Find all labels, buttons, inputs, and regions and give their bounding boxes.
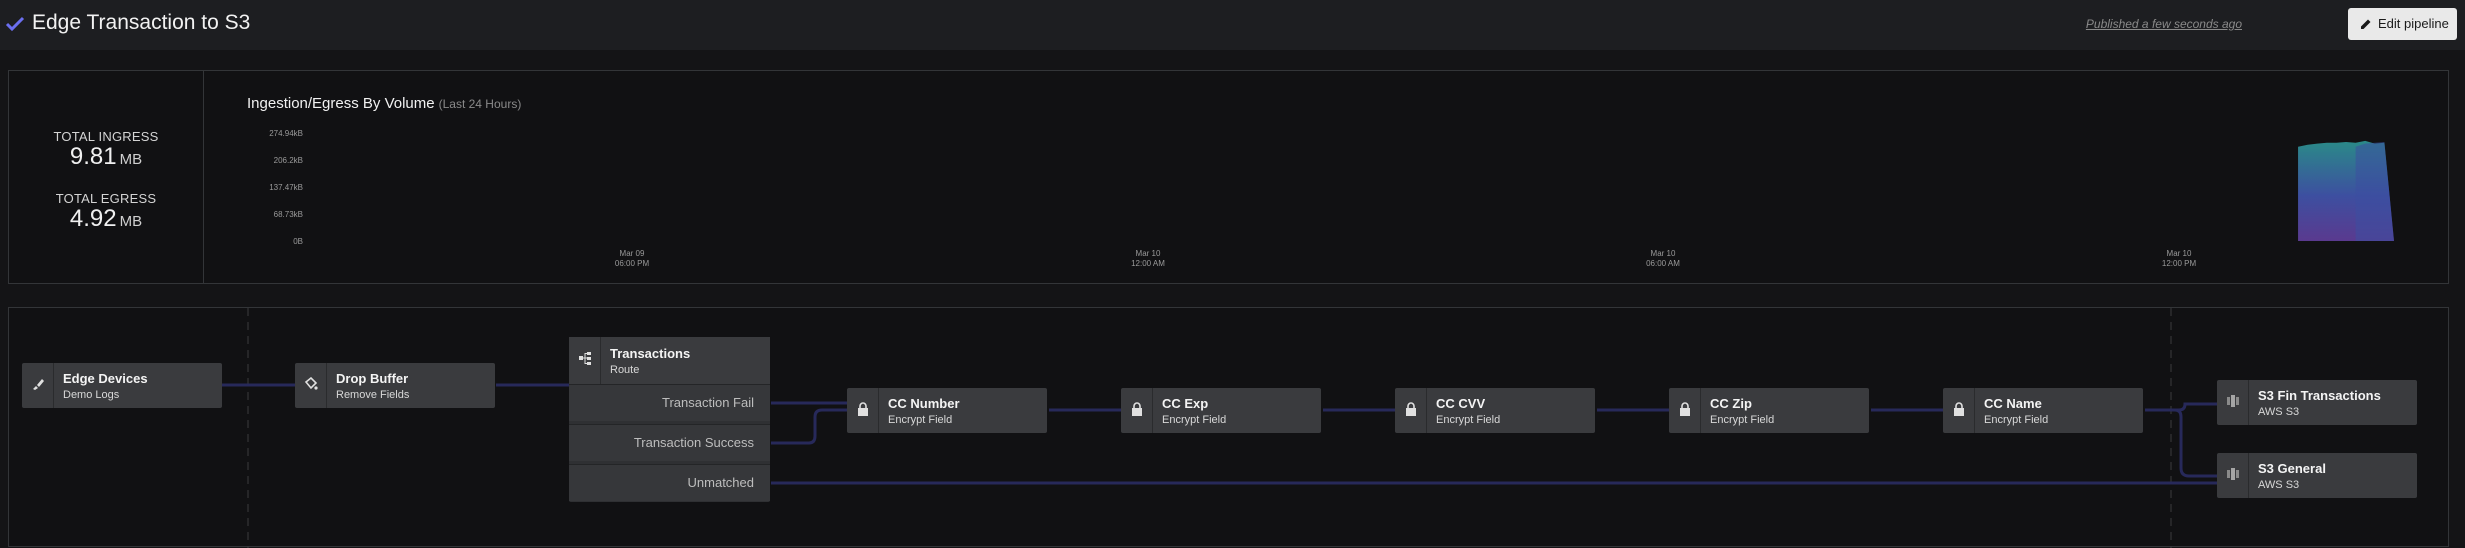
node-cc-zip[interactable]: CC Zip Encrypt Field xyxy=(1669,388,1869,433)
node-title: CC Zip xyxy=(1710,396,1752,411)
s3-icon xyxy=(2227,395,2239,407)
y-tick-label: 274.94kB xyxy=(269,129,303,138)
route-output-transaction-success[interactable]: Transaction Success xyxy=(569,424,770,461)
svg-text:06:00 PM: 06:00 PM xyxy=(615,259,650,268)
y-tick-label: 0B xyxy=(293,237,303,246)
node-title: CC Name xyxy=(1984,396,2042,411)
edit-pipeline-button[interactable]: Edit pipeline xyxy=(2348,8,2457,40)
pencil-icon xyxy=(2361,19,2371,29)
route-output-transaction-fail[interactable]: Transaction Fail xyxy=(569,384,770,421)
svg-text:Mar 10: Mar 10 xyxy=(2167,249,2192,258)
x-tick-label: Mar 0906:00 PM xyxy=(615,249,650,268)
node-cc-number[interactable]: CC Number Encrypt Field xyxy=(847,388,1047,433)
svg-text:Mar 09: Mar 09 xyxy=(620,249,645,258)
node-transactions-route[interactable]: Transactions Route Transaction Fail Tran… xyxy=(569,337,770,502)
node-subtitle: Route xyxy=(610,364,640,376)
bucket-icon xyxy=(304,377,318,390)
node-title: CC Number xyxy=(888,396,960,411)
y-tick-label: 206.2kB xyxy=(274,156,303,165)
x-tick-label: Mar 1012:00 PM xyxy=(2162,249,2197,268)
y-tick-label: 68.73kB xyxy=(274,210,303,219)
volume-area-chart: 274.94kB206.2kB137.47kB68.73kB0BMar 0906… xyxy=(269,129,2394,268)
s3-icon xyxy=(2227,468,2239,480)
node-title: Transactions xyxy=(610,346,691,361)
total-ingress-unit: MB xyxy=(119,151,143,168)
total-ingress-value: 9.81 xyxy=(69,143,117,170)
node-title: CC Exp xyxy=(1162,396,1209,411)
lock-icon xyxy=(1680,402,1690,416)
lock-icon xyxy=(1132,402,1142,416)
total-ingress-label: TOTAL INGRESS xyxy=(53,129,159,144)
top-bar: Edge Transaction to S3 Published a few s… xyxy=(0,0,2465,50)
chart-title: Ingestion/Egress By Volume (Last 24 Hours… xyxy=(247,95,521,112)
published-status-link[interactable]: Published a few seconds ago xyxy=(2086,17,2242,31)
check-icon xyxy=(5,16,25,32)
chart-subtitle: (Last 24 Hours) xyxy=(438,97,522,111)
lock-icon xyxy=(1954,402,1964,416)
svg-text:06:00 AM: 06:00 AM xyxy=(1646,259,1680,268)
node-title: Drop Buffer xyxy=(336,371,409,386)
svg-text:12:00 PM: 12:00 PM xyxy=(2162,259,2197,268)
node-cc-cvv[interactable]: CC CVV Encrypt Field xyxy=(1395,388,1595,433)
node-title: CC CVV xyxy=(1436,396,1486,411)
x-tick-label: Mar 1012:00 AM xyxy=(1131,249,1165,268)
x-tick-label: Mar 1006:00 AM xyxy=(1646,249,1680,268)
node-title: Edge Devices xyxy=(63,371,148,386)
svg-text:Mar 10: Mar 10 xyxy=(1136,249,1161,258)
node-subtitle: Encrypt Field xyxy=(1162,414,1227,426)
node-title: S3 Fin Transactions xyxy=(2258,388,2381,403)
total-egress-value: 4.92 xyxy=(69,205,117,232)
lock-icon xyxy=(1406,402,1416,416)
total-egress-label: TOTAL EGRESS xyxy=(55,191,157,206)
node-cc-exp[interactable]: CC Exp Encrypt Field xyxy=(1121,388,1321,433)
route-output-unmatched[interactable]: Unmatched xyxy=(569,464,770,501)
node-subtitle: AWS S3 xyxy=(2258,479,2300,491)
node-subtitle: Remove Fields xyxy=(336,389,410,401)
node-subtitle: Demo Logs xyxy=(63,389,120,401)
route-icon xyxy=(579,352,591,365)
brush-icon xyxy=(33,379,44,390)
node-s3-fin-transactions[interactable]: S3 Fin Transactions AWS S3 xyxy=(2217,380,2417,425)
node-drop-buffer[interactable]: Drop Buffer Remove Fields xyxy=(295,363,495,408)
y-tick-label: 137.47kB xyxy=(269,183,303,192)
node-edge-devices[interactable]: Edge Devices Demo Logs xyxy=(22,363,222,408)
totals-section: TOTAL INGRESS 9.81 MB TOTAL EGRESS 4.92 MB xyxy=(9,71,204,283)
chart-title-text: Ingestion/Egress By Volume xyxy=(247,95,435,112)
svg-text:Mar 10: Mar 10 xyxy=(1651,249,1676,258)
page-title: Edge Transaction to S3 xyxy=(32,11,251,34)
node-subtitle: AWS S3 xyxy=(2258,406,2300,418)
node-s3-general[interactable]: S3 General AWS S3 xyxy=(2217,453,2417,498)
edit-pipeline-label: Edit pipeline xyxy=(2378,16,2449,31)
node-subtitle: Encrypt Field xyxy=(1984,414,2049,426)
volume-stats-panel: TOTAL INGRESS 9.81 MB TOTAL EGRESS 4.92 MB… xyxy=(8,70,2449,284)
total-egress-unit: MB xyxy=(119,213,143,230)
svg-text:12:00 AM: 12:00 AM xyxy=(1131,259,1165,268)
node-subtitle: Encrypt Field xyxy=(1710,414,1775,426)
node-subtitle: Encrypt Field xyxy=(1436,414,1501,426)
total-ingress: TOTAL INGRESS 9.81 MB xyxy=(9,129,203,170)
node-subtitle: Encrypt Field xyxy=(888,414,953,426)
node-title: S3 General xyxy=(2258,461,2326,476)
area-series-1 xyxy=(2355,142,2394,241)
lock-icon xyxy=(858,402,868,416)
node-cc-name[interactable]: CC Name Encrypt Field xyxy=(1943,388,2143,433)
total-egress: TOTAL EGRESS 4.92 MB xyxy=(9,191,203,232)
